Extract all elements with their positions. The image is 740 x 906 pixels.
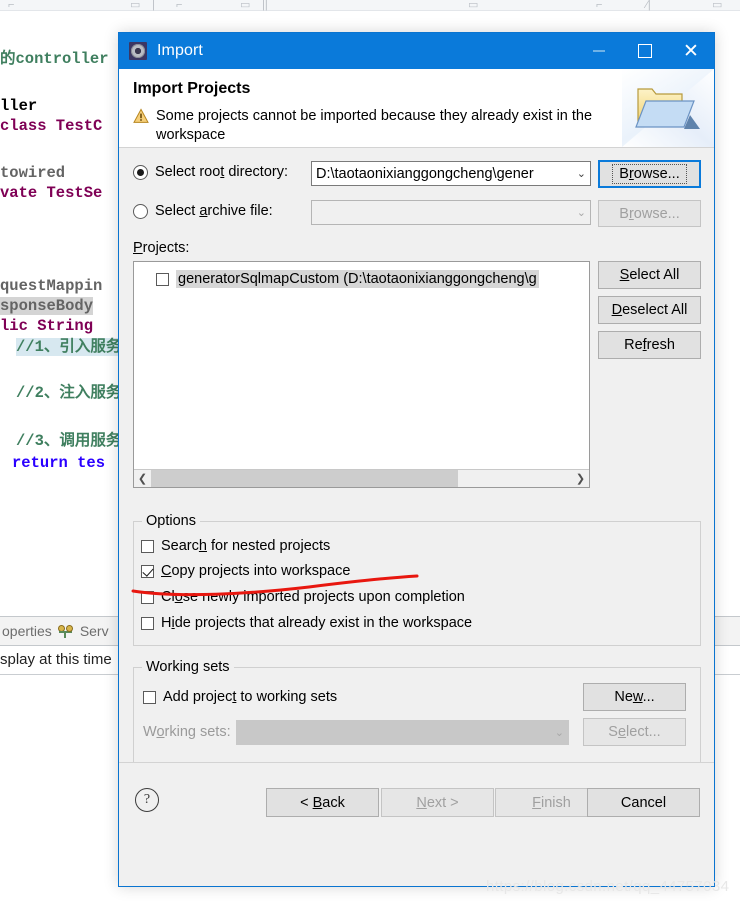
search-nested-checkbox[interactable] [141,539,154,553]
code-line: ller [0,97,38,115]
back-label: < Back [300,794,345,811]
code-line: lic String [0,317,94,335]
code-line: //2、注入服务 [16,384,122,402]
root-directory-label: Select root directory: [155,164,288,180]
project-label: generatorSqlmapCustom (D:\taotaonixiangg… [176,270,539,288]
back-button[interactable]: < Back [266,788,379,817]
code-line: vate TestSe [0,184,103,202]
watermark: https://blog.csdn.net/qq_44757034 [486,878,730,895]
projects-label: Projects: [133,240,190,256]
code-line: //1、引入服务 [16,338,122,356]
option-hide-existing[interactable]: Hide projects that already exist in the … [141,615,472,631]
browse-root-button[interactable]: Browse... [598,160,701,188]
option-search-nested[interactable]: Search for nested projects [141,538,330,554]
option-copy-projects[interactable]: Copy projects into workspace [141,563,350,579]
warning-message: Some projects cannot be imported because… [133,107,623,145]
chevron-left-icon[interactable]: ❮ [134,470,151,487]
add-to-working-sets-checkbox[interactable] [143,690,156,704]
cancel-button[interactable]: Cancel [587,788,700,817]
warning-icon [133,108,149,124]
ide-toolbar-icons: ⌐ ▭ | ⌐ ▭ || ▭ ⌐ ⁄| ▭ [8,0,723,11]
dialog-body: Select root directory: D:\taotaonixiangg… [119,148,714,840]
working-sets-label: Working sets: [143,724,231,740]
close-newly-imported-checkbox[interactable] [141,590,154,604]
browse-archive-label: Browse... [619,205,680,222]
next-label: Next > [416,794,459,811]
chevron-down-icon[interactable]: ⌄ [577,162,586,185]
select-working-set-label: Select... [608,724,661,740]
code-line: 的controller [0,50,109,68]
select-archive-radio-row[interactable]: Select archive file: [133,203,273,219]
search-nested-label: Search for nested projects [161,538,331,554]
projects-listbox[interactable]: generatorSqlmapCustom (D:\taotaonixiangg… [133,261,590,488]
code-line: class TestC [0,117,103,135]
servers-icon [57,624,74,638]
close-newly-imported-label: Close newly imported projects upon compl… [161,589,465,605]
folder-import-icon [622,69,714,147]
refresh-label: Refresh [624,337,675,353]
page-title: Import Projects [133,80,251,97]
projects-horizontal-scrollbar[interactable]: ❮ ❯ [134,469,589,487]
dialog-footer: ? < Back Next > Finish Cancel [119,762,714,840]
dialog-header: Import Projects Some projects cannot be … [119,69,714,148]
root-directory-combo[interactable]: D:\taotaonixianggongcheng\gener ⌄ [311,161,591,186]
root-directory-radio[interactable] [133,164,148,180]
tab-servers[interactable]: Serv [80,623,109,639]
screen: ⌐ ▭ | ⌐ ▭ || ▭ ⌐ ⁄| ▭ 的controller ller c… [0,0,740,906]
maximize-icon[interactable] [622,33,668,69]
next-button: Next > [381,788,494,817]
scrollbar-thumb[interactable] [151,470,459,487]
browse-root-label: Browse... [619,166,680,182]
code-line: return tes [12,454,106,472]
window-controls: ✕ [576,33,714,69]
browse-archive-button: Browse... [598,200,701,227]
select-all-label: Select All [619,267,680,283]
code-line: questMappin [0,277,103,295]
dialog-titlebar[interactable]: Import ✕ [119,33,714,69]
add-to-working-sets-label: Add project to working sets [163,689,338,705]
chevron-down-icon: ⌄ [576,207,586,219]
help-icon[interactable]: ? [135,788,159,812]
ide-toolbar: ⌐ ▭ | ⌐ ▭ || ▭ ⌐ ⁄| ▭ [0,0,740,11]
finish-label: Finish [532,794,571,811]
hide-existing-label: Hide projects that already exist in the … [161,615,473,631]
chevron-right-icon[interactable]: ❯ [572,470,589,487]
refresh-button[interactable]: Refresh [598,331,701,359]
working-sets-group-title: Working sets [142,659,234,675]
archive-file-combo: ⌄ [311,200,591,225]
copy-projects-label: Copy projects into workspace [161,563,351,579]
archive-file-label: Select archive file: [155,203,273,219]
select-working-set-button: Select... [583,718,686,746]
dialog-title: Import [157,42,203,59]
hide-existing-checkbox[interactable] [141,616,154,630]
options-group-title: Options [142,513,200,529]
code-line: towired [0,164,66,182]
option-close-newly-imported[interactable]: Close newly imported projects upon compl… [141,589,465,605]
select-all-button[interactable]: Select All [598,261,701,289]
chevron-down-icon: ⌄ [554,727,564,739]
tab-properties[interactable]: operties [2,623,52,639]
project-checkbox[interactable] [156,272,169,286]
import-gear-icon [129,42,147,60]
deselect-all-label: Deselect All [611,302,688,318]
new-working-set-label: New... [614,689,655,705]
root-directory-value: D:\taotaonixianggongcheng\gener [316,165,534,182]
deselect-all-button[interactable]: Deselect All [598,296,701,324]
cancel-label: Cancel [620,794,667,811]
close-icon[interactable]: ✕ [668,33,714,69]
import-dialog: Import ✕ Import Projects Some projects c… [118,32,715,887]
minimize-icon[interactable] [576,33,622,69]
scrollbar-track[interactable] [151,470,572,487]
add-to-working-sets-row[interactable]: Add project to working sets [143,689,337,705]
code-line: sponseBody [0,297,94,315]
code-line: //3、调用服务 [16,432,122,450]
list-item[interactable]: generatorSqlmapCustom (D:\taotaonixiangg… [134,268,589,290]
copy-projects-checkbox[interactable] [141,564,154,578]
working-sets-combo: ⌄ [236,720,569,745]
new-working-set-button[interactable]: New... [583,683,686,711]
warning-text: Some projects cannot be imported because… [156,108,593,143]
archive-file-radio[interactable] [133,203,148,219]
select-root-directory-radio-row[interactable]: Select root directory: [133,164,288,180]
